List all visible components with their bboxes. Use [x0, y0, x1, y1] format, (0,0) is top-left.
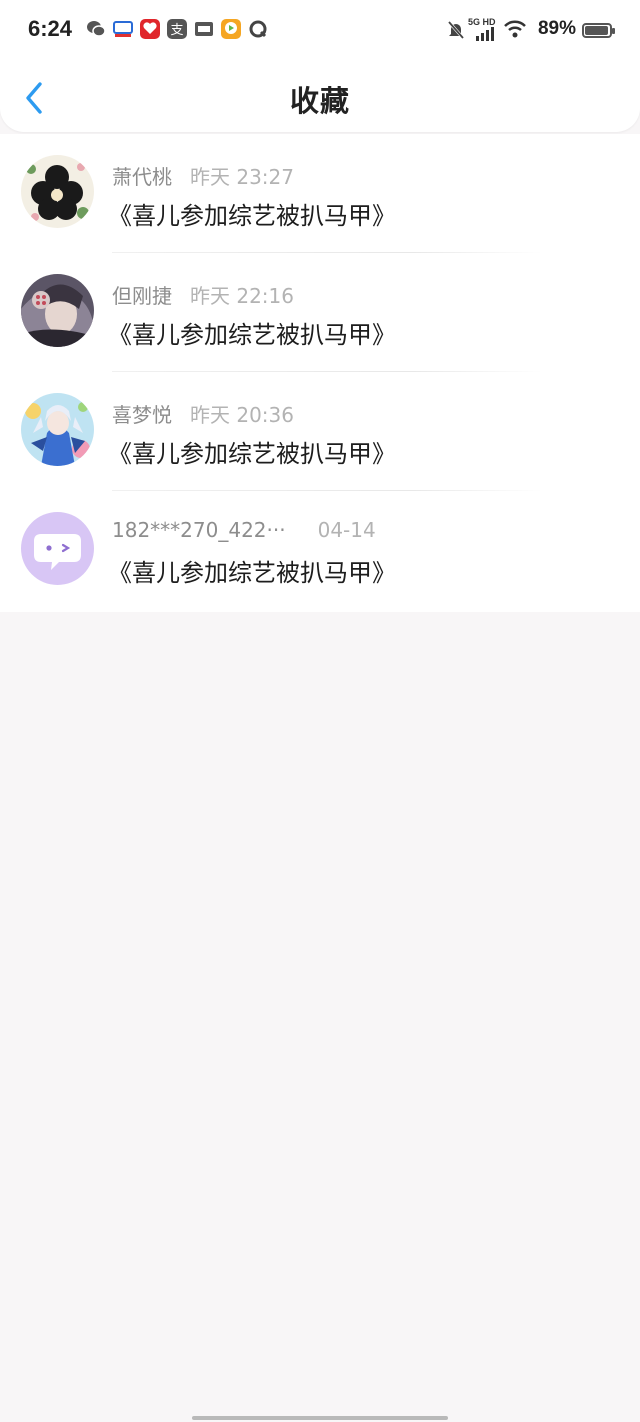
item-date: 昨天 23:27 [190, 165, 294, 189]
alipay-icon: 支 [167, 19, 187, 39]
list-item[interactable]: 萧代桃 昨天 23:27 《喜儿参加综艺被扒马甲》 [0, 134, 640, 253]
item-date: 昨天 22:16 [190, 284, 294, 308]
favorites-list: 萧代桃 昨天 23:27 《喜儿参加综艺被扒马甲》 但刚捷 昨天 22:16 《喜儿… [0, 134, 640, 612]
item-meta: 182***270_422··· 04-14 [112, 518, 376, 542]
author-name: 萧代桃 [112, 165, 172, 189]
wifi-icon [503, 19, 527, 43]
home-indicator[interactable] [192, 1416, 448, 1420]
browser-icon [248, 19, 268, 39]
author-name: 但刚捷 [112, 284, 172, 308]
battery-percent: 89% [537, 18, 576, 39]
list-item[interactable]: 喜梦悦 昨天 20:36 《喜儿参加综艺被扒马甲》 [0, 372, 640, 491]
mail-icon [113, 19, 133, 39]
video-icon [221, 19, 241, 39]
bell-off-icon [446, 20, 466, 44]
item-title: 《喜儿参加综艺被扒马甲》 [108, 321, 396, 349]
item-meta: 萧代桃 昨天 23:27 [112, 161, 294, 190]
flower-avatar [21, 155, 94, 228]
list-item[interactable]: 182***270_422··· 04-14 《喜儿参加综艺被扒马甲》 [0, 491, 640, 610]
chat-bubble-avatar [21, 512, 94, 585]
anime-girl-avatar [21, 274, 94, 347]
page-title: 收藏 [289, 84, 350, 118]
item-date: 昨天 20:36 [190, 403, 294, 427]
anime-character-avatar [21, 393, 94, 466]
svg-text:支: 支 [170, 23, 183, 38]
item-meta: 但刚捷 昨天 22:16 [112, 280, 294, 309]
status-time: 6:24 [28, 16, 73, 41]
app-red-icon [140, 19, 160, 39]
author-name: 喜梦悦 [112, 403, 172, 427]
author-name: 182***270_422··· [112, 518, 286, 542]
wechat-icon [86, 19, 106, 39]
signal-icon [475, 26, 497, 45]
item-title: 《喜儿参加综艺被扒马甲》 [108, 440, 396, 468]
item-meta: 喜梦悦 昨天 20:36 [112, 399, 294, 428]
list-item[interactable]: 但刚捷 昨天 22:16 《喜儿参加综艺被扒马甲》 [0, 253, 640, 372]
top-bar: 6:24 支 5G HD 89% 收藏 [0, 0, 640, 132]
toutiao-icon [194, 19, 214, 39]
battery-icon [582, 23, 615, 38]
item-date: 04-14 [317, 518, 376, 542]
item-title: 《喜儿参加综艺被扒马甲》 [108, 202, 396, 230]
status-bar: 6:24 支 5G HD 89% [0, 0, 640, 60]
item-title: 《喜儿参加综艺被扒马甲》 [108, 559, 396, 587]
